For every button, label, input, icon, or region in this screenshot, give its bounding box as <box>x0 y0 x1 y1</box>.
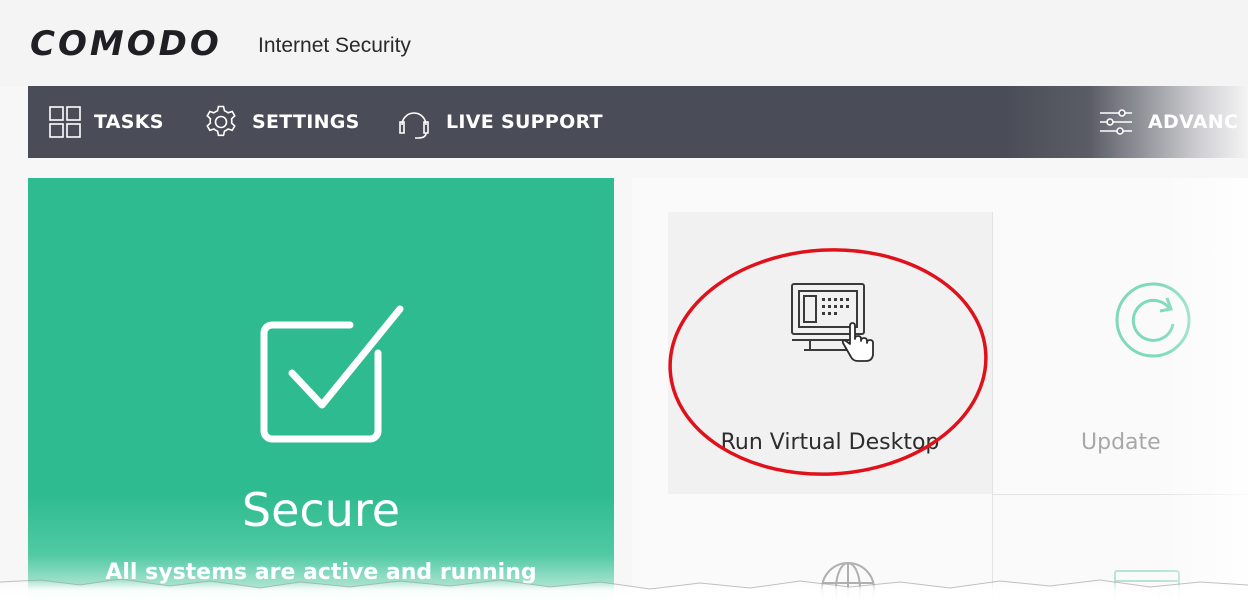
settings-label: SETTINGS <box>252 111 360 133</box>
run-virtual-desktop-tile[interactable]: Run Virtual Desktop <box>668 212 993 494</box>
product-name: Internet Security <box>258 34 411 57</box>
status-subtitle: All systems are active and running <box>105 560 537 585</box>
brand-logo: COMODO <box>30 24 222 64</box>
bottom-left-tile[interactable] <box>668 495 992 604</box>
tasks-label: TASKS <box>94 111 164 133</box>
main-toolbar: TASKS SETTINGS LIVE SUPPORT ADVANC <box>28 86 1248 158</box>
grid-icon <box>48 105 82 139</box>
update-label: Update <box>1081 430 1161 455</box>
settings-button[interactable]: SETTINGS <box>202 86 360 158</box>
update-icon <box>1111 278 1195 367</box>
status-title: Secure <box>241 483 401 537</box>
tasks-button[interactable]: TASKS <box>48 86 164 158</box>
app-window: COMODO Internet Security TASKS SETTINGS … <box>0 0 1248 604</box>
globe-icon <box>818 559 878 604</box>
gear-icon <box>202 103 240 141</box>
title-bar: COMODO Internet Security <box>0 0 1248 86</box>
live-support-button[interactable]: LIVE SUPPORT <box>394 86 603 158</box>
run-virtual-desktop-label: Run Virtual Desktop <box>720 430 940 455</box>
sliders-icon <box>1096 105 1136 139</box>
advanced-view-button[interactable]: ADVANC <box>1096 86 1238 158</box>
browser-window-icon <box>1113 567 1183 604</box>
tasks-panel: Run Virtual Desktop Update <box>632 178 1248 604</box>
headset-icon <box>394 103 434 141</box>
update-tile[interactable]: Update <box>993 212 1248 494</box>
virtual-desktop-icon <box>790 280 876 375</box>
security-status-panel[interactable]: Secure All systems are active and runnin… <box>28 178 614 604</box>
checkbox-icon <box>258 303 418 458</box>
bottom-right-tile[interactable] <box>993 495 1248 604</box>
advanced-view-label: ADVANC <box>1148 111 1239 133</box>
live-support-label: LIVE SUPPORT <box>446 111 603 133</box>
